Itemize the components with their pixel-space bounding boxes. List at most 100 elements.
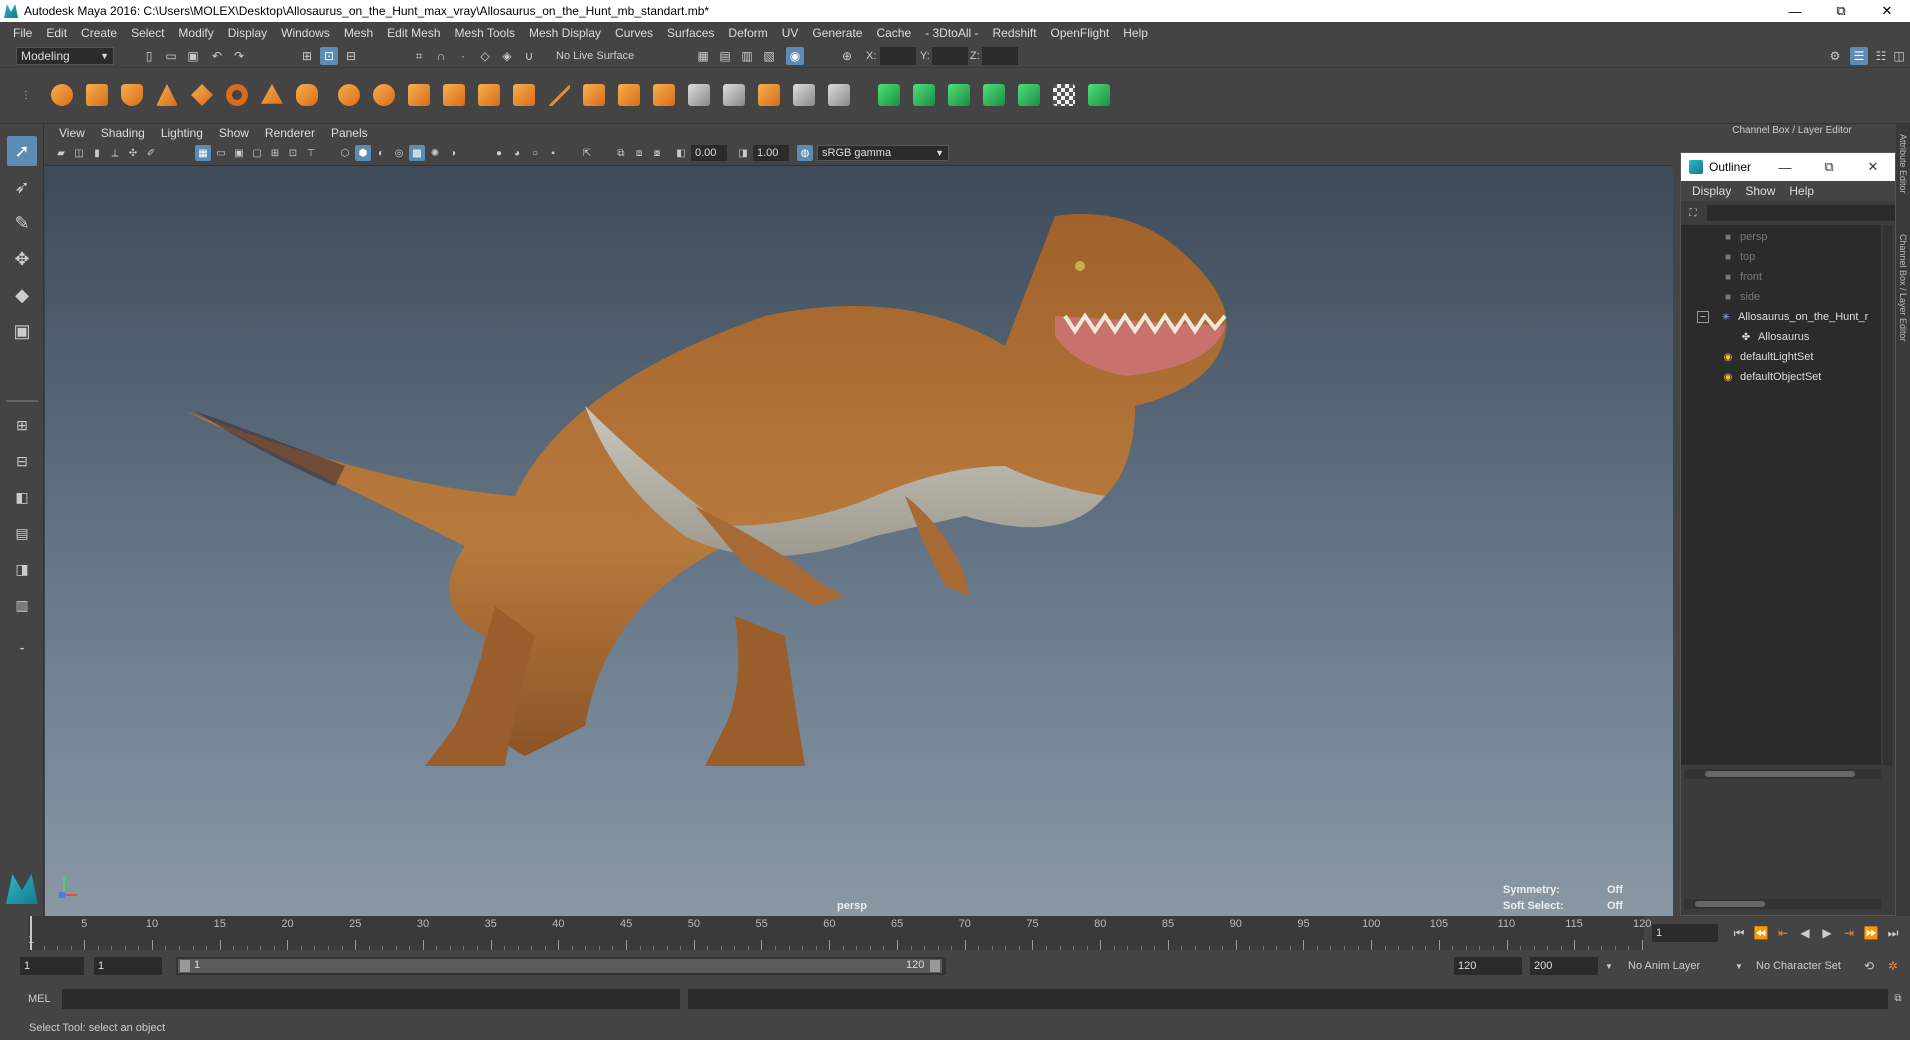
fill-hole-icon[interactable]: [649, 80, 679, 110]
target-weld-icon[interactable]: [754, 80, 784, 110]
poly-pipe-icon[interactable]: [292, 80, 322, 110]
menu-uv[interactable]: UV: [775, 26, 806, 40]
outliner-search-input[interactable]: [1707, 205, 1895, 221]
outliner-item-allosaurus-group[interactable]: − ✳ Allosaurus_on_the_Hunt_r: [1697, 307, 1897, 327]
poly-cylinder-icon[interactable]: [117, 80, 147, 110]
outliner-item-default-object-set[interactable]: ◉ defaultObjectSet: [1721, 367, 1910, 387]
xray-active-icon[interactable]: ⧈: [631, 145, 647, 161]
boolean-icon[interactable]: [474, 80, 504, 110]
menu-edit-mesh[interactable]: Edit Mesh: [380, 26, 447, 40]
outliner-horizontal-scrollbar[interactable]: [1685, 769, 1881, 779]
step-forward-frame-icon[interactable]: ⏩: [1862, 924, 1880, 942]
menu-openflight[interactable]: OpenFlight: [1044, 26, 1117, 40]
perspective-graph-layout-icon[interactable]: ▤: [7, 518, 37, 548]
shelf-options-icon[interactable]: ⋮: [20, 72, 32, 118]
current-time-marker[interactable]: [30, 916, 32, 950]
planar-uv-icon[interactable]: [874, 80, 904, 110]
wireframe-on-shaded-icon[interactable]: ◎: [391, 145, 407, 161]
viewport-menu-renderer[interactable]: Renderer: [257, 126, 323, 140]
menu-deform[interactable]: Deform: [721, 26, 774, 40]
insert-edge-loop-icon[interactable]: [719, 80, 749, 110]
mirror-icon[interactable]: [509, 80, 539, 110]
menu-mesh-display[interactable]: Mesh Display: [522, 26, 608, 40]
mode-selector[interactable]: Modeling ▼: [16, 47, 114, 65]
range-start-handle[interactable]: [180, 960, 190, 972]
xray-icon[interactable]: ⧉: [613, 145, 629, 161]
spherical-uv-icon[interactable]: [944, 80, 974, 110]
render-settings-icon[interactable]: ▧: [760, 47, 778, 65]
gamma-field[interactable]: 1.00: [753, 145, 789, 161]
snap-curve-icon[interactable]: ∩: [432, 47, 450, 65]
anim-layer-selector[interactable]: No Anim Layer: [1628, 960, 1700, 972]
attribute-editor-tab[interactable]: Attribute Editor: [1898, 134, 1908, 194]
merge-icon[interactable]: [789, 80, 819, 110]
menu-edit[interactable]: Edit: [39, 26, 74, 40]
poly-plane-icon[interactable]: [187, 80, 217, 110]
separate-icon[interactable]: [369, 80, 399, 110]
menu-file[interactable]: File: [6, 26, 39, 40]
view-transform-selector[interactable]: sRGB gamma ▼: [817, 145, 949, 161]
attribute-editor-toggle-icon[interactable]: ☰: [1850, 47, 1868, 65]
command-input[interactable]: [62, 989, 680, 1009]
viewport-menu-view[interactable]: View: [51, 126, 93, 140]
close-button[interactable]: ✕: [1864, 0, 1910, 22]
viewport-menu-shading[interactable]: Shading: [93, 126, 153, 140]
bookmark-icon[interactable]: ▮: [89, 145, 105, 161]
grease-pencil-icon[interactable]: ✐: [143, 145, 159, 161]
menu-surfaces[interactable]: Surfaces: [660, 26, 721, 40]
render-current-icon[interactable]: ▤: [716, 47, 734, 65]
menu-curves[interactable]: Curves: [608, 26, 660, 40]
poly-cube-icon[interactable]: [82, 80, 112, 110]
extract-icon[interactable]: [404, 80, 434, 110]
outliner-restore-button[interactable]: ⧉: [1807, 153, 1851, 181]
combine-icon[interactable]: [334, 80, 364, 110]
menu-help[interactable]: Help: [1116, 26, 1155, 40]
minimize-button[interactable]: —: [1772, 0, 1818, 22]
new-scene-icon[interactable]: ▯: [140, 47, 158, 65]
xray-joints-icon[interactable]: ⧇: [649, 145, 665, 161]
perspective-outliner-layout-icon[interactable]: ◧: [7, 482, 37, 512]
scale-tool-icon[interactable]: ▣: [7, 316, 37, 346]
layout-options-icon[interactable]: ⁃: [7, 634, 37, 664]
multisample-aa-icon[interactable]: ○: [527, 145, 543, 161]
textured-icon[interactable]: ▩: [409, 145, 425, 161]
play-forwards-icon[interactable]: ▶: [1818, 924, 1836, 942]
open-scene-icon[interactable]: ▭: [162, 47, 180, 65]
snap-surface-icon[interactable]: ◈: [498, 47, 516, 65]
menu-select[interactable]: Select: [124, 26, 171, 40]
script-editor-icon[interactable]: ⧉: [1890, 990, 1906, 1006]
animation-end-field[interactable]: 200: [1530, 957, 1598, 975]
menu-redshift[interactable]: Redshift: [986, 26, 1044, 40]
render-view-icon[interactable]: ▦: [694, 47, 712, 65]
go-to-start-icon[interactable]: ⏮: [1730, 924, 1748, 942]
menu-3dtoall[interactable]: - 3DtoAll -: [918, 26, 985, 40]
cylindrical-uv-icon[interactable]: [909, 80, 939, 110]
collapse-icon[interactable]: [824, 80, 854, 110]
field-chart-icon[interactable]: ⊞: [267, 145, 283, 161]
grid-toggle-icon[interactable]: ▦: [195, 145, 211, 161]
automatic-uv-icon[interactable]: [979, 80, 1009, 110]
x-coordinate-field[interactable]: [880, 47, 916, 65]
save-scene-icon[interactable]: ▣: [184, 47, 202, 65]
transform-constraint-icon[interactable]: ⊕: [838, 47, 856, 65]
paint-select-tool-icon[interactable]: ✎: [7, 208, 37, 238]
go-to-end-icon[interactable]: ⏭: [1884, 924, 1902, 942]
default-material-icon[interactable]: ◐: [373, 145, 389, 161]
move-tool-icon[interactable]: ✥: [7, 244, 37, 274]
depth-of-field-icon[interactable]: ▪: [545, 145, 561, 161]
script-language-toggle[interactable]: MEL: [28, 993, 51, 1005]
step-forward-key-icon[interactable]: ⇥: [1840, 924, 1858, 942]
restore-button[interactable]: ⧉: [1818, 0, 1864, 22]
select-hierarchy-icon[interactable]: ⊞: [298, 47, 316, 65]
outliner-menu-display[interactable]: Display: [1685, 184, 1738, 198]
smooth-shade-icon[interactable]: ⬢: [355, 145, 371, 161]
extrude-icon[interactable]: [579, 80, 609, 110]
gamma-icon[interactable]: ◨: [735, 145, 751, 161]
chevron-down-icon[interactable]: ▼: [1730, 957, 1748, 975]
exposure-field[interactable]: 0.00: [691, 145, 727, 161]
playback-end-field[interactable]: 120: [1454, 957, 1522, 975]
outliner-menu-show[interactable]: Show: [1738, 184, 1782, 198]
image-plane-icon[interactable]: ⟂: [107, 145, 123, 161]
range-slider-track[interactable]: 1 120: [176, 957, 946, 975]
camera-select-icon[interactable]: ▰: [53, 145, 69, 161]
